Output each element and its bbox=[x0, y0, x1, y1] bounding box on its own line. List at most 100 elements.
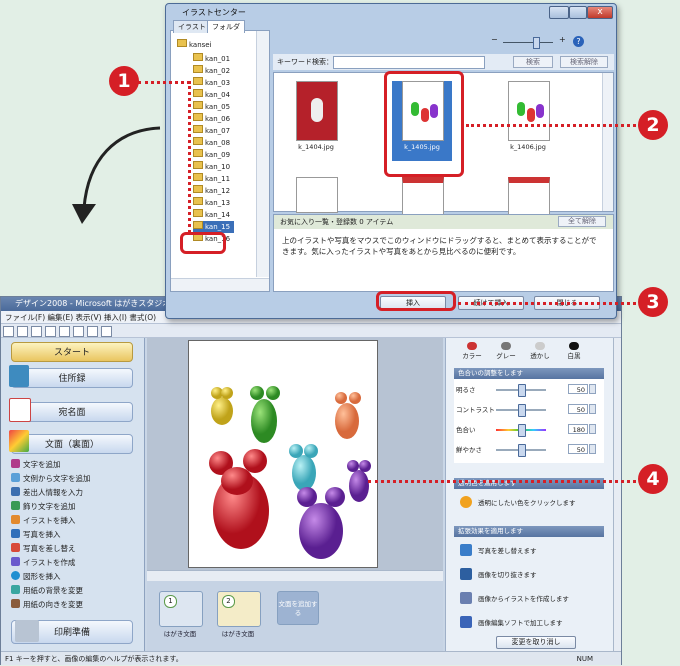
zoom-control[interactable]: − + ? bbox=[491, 35, 591, 49]
undo-changes-button[interactable]: 変更を取り消し bbox=[496, 636, 576, 649]
brightness-value[interactable]: 50 bbox=[568, 384, 588, 394]
tree-item[interactable]: kan_06 bbox=[193, 113, 230, 125]
image-thumb[interactable] bbox=[296, 177, 338, 213]
image-thumb[interactable] bbox=[296, 81, 338, 141]
thumb-page-2[interactable]: 2 bbox=[217, 591, 261, 627]
color-mode-gray[interactable]: グレー bbox=[490, 342, 522, 360]
search-clear-button[interactable]: 検索解除 bbox=[560, 56, 608, 68]
spin-icon[interactable] bbox=[589, 384, 596, 394]
cmd-change-orientation[interactable]: 用紙の向きを変更 bbox=[11, 598, 83, 611]
keyword-input[interactable] bbox=[333, 56, 485, 69]
slider-saturation[interactable]: 鮮やかさ 50 bbox=[456, 443, 606, 457]
slider-brightness[interactable]: 明るさ 50 bbox=[456, 383, 606, 397]
clear-all-button[interactable]: 全て解除 bbox=[558, 216, 606, 227]
color-mode-bw[interactable]: 白黒 bbox=[558, 342, 590, 360]
help-icon[interactable]: ? bbox=[573, 36, 584, 47]
slider-knob[interactable] bbox=[518, 444, 526, 457]
tree-item[interactable]: kan_04 bbox=[193, 89, 230, 101]
image-cell[interactable] bbox=[392, 177, 452, 218]
image-cell[interactable]: k_1404.jpg bbox=[286, 81, 346, 161]
tree-item[interactable]: kan_08 bbox=[193, 137, 230, 149]
cmd-insert-photo[interactable]: 写真を挿入 bbox=[11, 528, 61, 541]
effect-replace-photo[interactable]: 写真を差し替えます bbox=[460, 544, 610, 558]
status-bar: F1 キーを押すと、画像の編集のヘルプが表示されます。 NUM bbox=[1, 651, 621, 665]
slider-knob[interactable] bbox=[518, 404, 526, 417]
search-button[interactable]: 検索 bbox=[513, 56, 553, 68]
slider-knob[interactable] bbox=[518, 384, 526, 397]
effect-illust[interactable]: 画像からイラストを作成します bbox=[460, 592, 610, 606]
tree-item[interactable]: kan_14 bbox=[193, 209, 230, 221]
cmd-add-deco-text[interactable]: 飾り文字を追加 bbox=[11, 500, 76, 513]
tab-folder[interactable]: フォルダ bbox=[207, 20, 245, 33]
start-button[interactable]: スタート bbox=[11, 342, 133, 362]
spin-icon[interactable] bbox=[589, 404, 596, 414]
cmd-add-sample-text[interactable]: 文例から文字を追加 bbox=[11, 472, 91, 485]
tab-illust[interactable]: イラスト bbox=[173, 20, 211, 33]
undo-icon[interactable] bbox=[87, 326, 98, 337]
tree-item[interactable]: kan_01 bbox=[193, 53, 230, 65]
cmd-insert-illust[interactable]: イラストを挿入 bbox=[11, 514, 75, 527]
zoom-out-icon[interactable]: − bbox=[491, 35, 498, 44]
image-thumb[interactable] bbox=[508, 177, 550, 218]
mice-photo[interactable] bbox=[189, 341, 377, 567]
tree-item[interactable]: kan_13 bbox=[193, 197, 230, 209]
cmd-change-bg[interactable]: 用紙の背景を変更 bbox=[11, 584, 83, 597]
tree-item[interactable]: kan_05 bbox=[193, 101, 230, 113]
cmd-insert-shape[interactable]: 図形を挿入 bbox=[11, 570, 61, 583]
close-icon[interactable]: x bbox=[587, 6, 613, 19]
tree-hscrollbar[interactable] bbox=[171, 278, 269, 291]
maximize-button[interactable] bbox=[569, 6, 587, 19]
zoom-in-icon[interactable]: + bbox=[559, 35, 566, 44]
image-thumb[interactable] bbox=[508, 81, 550, 141]
spin-icon[interactable] bbox=[589, 424, 596, 434]
cmd-add-text[interactable]: 文字を追加 bbox=[11, 458, 61, 471]
tree-item[interactable]: kan_07 bbox=[193, 125, 230, 137]
cut-icon[interactable] bbox=[45, 326, 56, 337]
save-icon[interactable] bbox=[31, 326, 42, 337]
slider-knob[interactable] bbox=[518, 424, 526, 437]
spin-icon[interactable] bbox=[589, 444, 596, 454]
favorites-panel[interactable]: お気に入り一覧・登録数 0 アイテム 全て解除 上のイラストや写真をマウスでこの… bbox=[273, 214, 614, 292]
add-side-button[interactable]: 文面を追加する bbox=[277, 591, 319, 625]
address-book-button[interactable]: 住所録 bbox=[11, 368, 133, 388]
transparent-color-action[interactable]: 透明にしたい色をクリックします bbox=[460, 496, 610, 510]
zoom-knob[interactable] bbox=[533, 37, 540, 49]
cmd-replace-photo[interactable]: 写真を差し替え bbox=[11, 542, 76, 555]
image-cell[interactable] bbox=[498, 177, 558, 218]
canvas-hscrollbar[interactable] bbox=[147, 570, 443, 581]
cmd-sender-info[interactable]: 差出人情報を入力 bbox=[11, 486, 83, 499]
image-cell[interactable]: k_1406.jpg bbox=[498, 81, 558, 161]
new-icon[interactable] bbox=[3, 326, 14, 337]
grid-vscrollbar[interactable] bbox=[602, 73, 613, 211]
tree-vscrollbar[interactable] bbox=[256, 31, 269, 277]
tree-item[interactable]: kan_10 bbox=[193, 161, 230, 173]
tree-item[interactable]: kan_09 bbox=[193, 149, 230, 161]
back-side-button[interactable]: 文面（裏面） bbox=[11, 434, 133, 454]
image-thumb[interactable] bbox=[402, 177, 444, 218]
thumb-page-1[interactable]: 1 bbox=[159, 591, 203, 627]
slider-contrast[interactable]: コントラスト 50 bbox=[456, 403, 606, 417]
effect-crop[interactable]: 画像を切り抜きます bbox=[460, 568, 610, 582]
minimize-button[interactable] bbox=[549, 6, 569, 19]
color-mode-watermark[interactable]: 透かし bbox=[524, 342, 556, 360]
contrast-value[interactable]: 50 bbox=[568, 404, 588, 414]
hue-value[interactable]: 180 bbox=[568, 424, 588, 434]
color-mode-color[interactable]: カラー bbox=[456, 342, 488, 360]
tree-root[interactable]: kansei bbox=[177, 39, 212, 51]
redo-icon[interactable] bbox=[101, 326, 112, 337]
effect-edit-software[interactable]: 画像編集ソフトで加工します bbox=[460, 616, 610, 630]
paste-icon[interactable] bbox=[73, 326, 84, 337]
panel-scrollbar[interactable] bbox=[613, 338, 621, 651]
postcard-page[interactable] bbox=[188, 340, 378, 568]
edit-canvas[interactable] bbox=[147, 338, 443, 570]
slider-hue[interactable]: 色合い 180 bbox=[456, 423, 606, 437]
image-cell[interactable] bbox=[286, 177, 346, 213]
copy-icon[interactable] bbox=[59, 326, 70, 337]
tree-item[interactable]: kan_12 bbox=[193, 185, 230, 197]
open-icon[interactable] bbox=[17, 326, 28, 337]
tree-item[interactable]: kan_03 bbox=[193, 77, 230, 89]
cmd-create-illust[interactable]: イラストを作成 bbox=[11, 556, 75, 569]
tree-item[interactable]: kan_11 bbox=[193, 173, 230, 185]
saturation-value[interactable]: 50 bbox=[568, 444, 588, 454]
tree-item[interactable]: kan_02 bbox=[193, 65, 230, 77]
